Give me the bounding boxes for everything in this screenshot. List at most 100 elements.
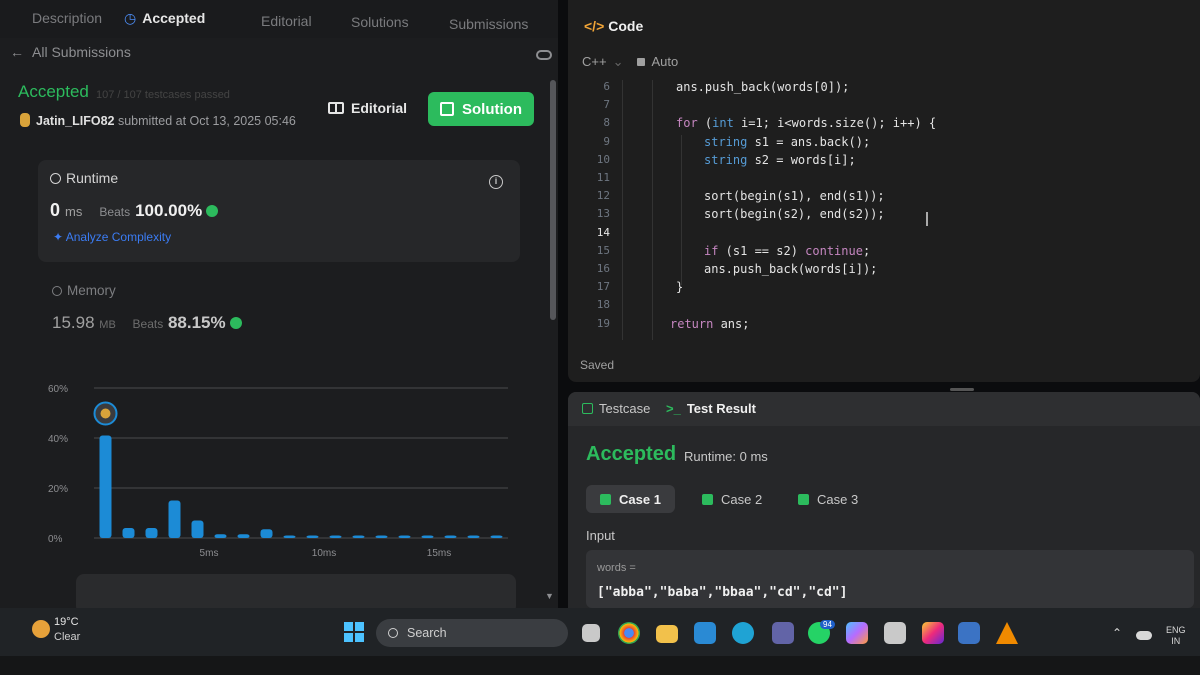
copilot-icon[interactable] <box>846 622 868 644</box>
line-number: 6 <box>603 80 610 93</box>
case-1-label: Case 1 <box>619 491 661 507</box>
code-title: </> Code <box>584 18 643 34</box>
tab-solutions[interactable]: Solutions <box>351 14 409 30</box>
runtime-distribution-chart[interactable]: 60% 40% 20% 0% 5ms 10ms 15ms <box>38 372 520 572</box>
folder-icon[interactable] <box>656 625 678 643</box>
line-number: 10 <box>596 152 610 166</box>
case-tab-2[interactable]: Case 2 <box>688 485 776 513</box>
chart-bar[interactable] <box>99 435 112 539</box>
chart-bar[interactable] <box>122 528 135 538</box>
username[interactable]: Jatin_LIFO82 <box>36 114 115 128</box>
chart-bar[interactable] <box>375 535 388 539</box>
scroll-down-icon[interactable]: ▼ <box>545 591 554 601</box>
check-icon <box>798 493 809 505</box>
auto-mode[interactable]: Auto <box>651 54 678 69</box>
indent-guide <box>622 80 623 340</box>
tab-description[interactable]: Description <box>32 10 102 26</box>
start-icon[interactable] <box>344 622 364 642</box>
taskbar-search[interactable]: Search <box>376 619 568 647</box>
chevron-up-icon[interactable]: ⌃ <box>1112 626 1122 640</box>
file-icon[interactable] <box>582 624 600 642</box>
vscode-icon[interactable] <box>694 622 716 644</box>
language-line-1: ENG <box>1166 625 1186 635</box>
chart-bar[interactable] <box>306 535 319 539</box>
line-number: 11 <box>596 171 610 184</box>
line-number: 12 <box>596 189 610 203</box>
language-indicator[interactable]: ENG IN <box>1166 625 1186 647</box>
chart-bar[interactable] <box>398 535 411 539</box>
monitor-bezel <box>0 656 1200 675</box>
chart-bar[interactable] <box>467 535 480 539</box>
vlc-icon[interactable] <box>996 622 1018 644</box>
runtime-label-text: Runtime <box>66 170 119 186</box>
tab-accepted[interactable]: ◷ Accepted <box>124 10 205 27</box>
info-icon[interactable]: i <box>489 175 503 189</box>
code-line-text: } <box>676 280 684 295</box>
panel-resize-handle[interactable] <box>950 388 974 391</box>
tab-testcase[interactable]: Testcase <box>582 401 650 416</box>
line-number: 15 <box>596 243 610 257</box>
tab-test-result[interactable]: >_ Test Result <box>666 401 756 416</box>
editorial-button[interactable]: Editorial <box>318 94 417 122</box>
memory-value: 15.98 MB Beats 88.15% <box>52 313 242 333</box>
code-title-text: Code <box>608 18 644 34</box>
store-icon[interactable] <box>884 622 906 644</box>
line-number: 8 <box>603 116 610 130</box>
weather-widget[interactable]: 19°C Clear <box>28 614 108 650</box>
submitted-time: submitted at Oct 13, 2025 05:46 <box>117 114 296 128</box>
language-select[interactable]: C++ <box>582 54 607 69</box>
indent-guide <box>652 80 653 340</box>
submitter-row: Jatin_LIFO82 submitted at Oct 13, 2025 0… <box>20 113 296 128</box>
problem-tabs: Description ◷ Accepted Editorial Solution… <box>0 0 558 38</box>
all-submissions-link[interactable]: ← All Submissions <box>10 44 131 60</box>
runtime-number: 0 <box>50 200 61 220</box>
code-line-text: sort(begin(s2), end(s2)); <box>704 207 885 222</box>
chart-bar[interactable] <box>421 535 434 539</box>
chevron-down-icon[interactable]: ⌄ <box>613 54 624 69</box>
code-line-text: sort(begin(s1), end(s1)); <box>704 189 885 204</box>
memory-label[interactable]: Memory <box>52 283 116 298</box>
analyze-complexity-link[interactable]: ✦ Analyze Complexity <box>53 230 171 244</box>
sparkle-icon: ✦ <box>53 230 66 244</box>
teams-icon[interactable] <box>772 622 794 644</box>
chart-bar[interactable] <box>352 535 365 539</box>
chart-bar[interactable] <box>145 528 158 538</box>
solution-button[interactable]: Solution <box>428 92 534 126</box>
chart-bar[interactable] <box>329 535 342 539</box>
code-line-text: for (int i=1; i<words.size(); i++) { <box>676 116 937 131</box>
chart-y-tick: 20% <box>48 484 68 495</box>
clock-icon: ◷ <box>124 10 137 26</box>
input-variable-name: words = <box>597 562 636 574</box>
notification-badge: 94 <box>820 620 835 629</box>
tab-editorial[interactable]: Editorial <box>261 13 312 29</box>
all-submissions-label: All Submissions <box>32 44 131 60</box>
runtime-beats-label: Beats <box>99 205 131 219</box>
tab-testcase-label: Testcase <box>599 401 651 416</box>
chart-bar[interactable] <box>260 529 273 538</box>
weather-condition: Clear <box>54 631 81 643</box>
case-tab-3[interactable]: Case 3 <box>784 485 872 513</box>
chart-x-tick: 5ms <box>200 548 219 559</box>
line-number: 14 <box>596 225 610 239</box>
chart-bar[interactable] <box>191 520 204 539</box>
code-preview-card[interactable] <box>76 574 516 608</box>
chart-bar[interactable] <box>283 535 296 539</box>
tab-accepted-label: Accepted <box>142 10 206 26</box>
chart-bar[interactable] <box>444 535 457 539</box>
tab-submissions[interactable]: Submissions <box>449 16 528 32</box>
case-tab-1[interactable]: Case 1 <box>586 485 675 513</box>
line-number: 13 <box>596 207 610 221</box>
instagram-icon[interactable] <box>922 622 944 644</box>
edge-icon[interactable] <box>732 622 754 644</box>
link-icon[interactable] <box>536 50 552 60</box>
chart-bar[interactable] <box>168 500 181 539</box>
book-icon <box>328 102 344 114</box>
chart-bar[interactable] <box>214 534 227 538</box>
app-icon[interactable] <box>958 622 980 644</box>
line-number: 16 <box>596 262 610 275</box>
left-scrollbar-thumb[interactable] <box>550 80 556 320</box>
cloud-icon[interactable] <box>1136 631 1152 640</box>
chart-bar[interactable] <box>490 535 503 539</box>
chart-bar[interactable] <box>237 534 250 538</box>
chrome-icon[interactable] <box>618 622 640 644</box>
